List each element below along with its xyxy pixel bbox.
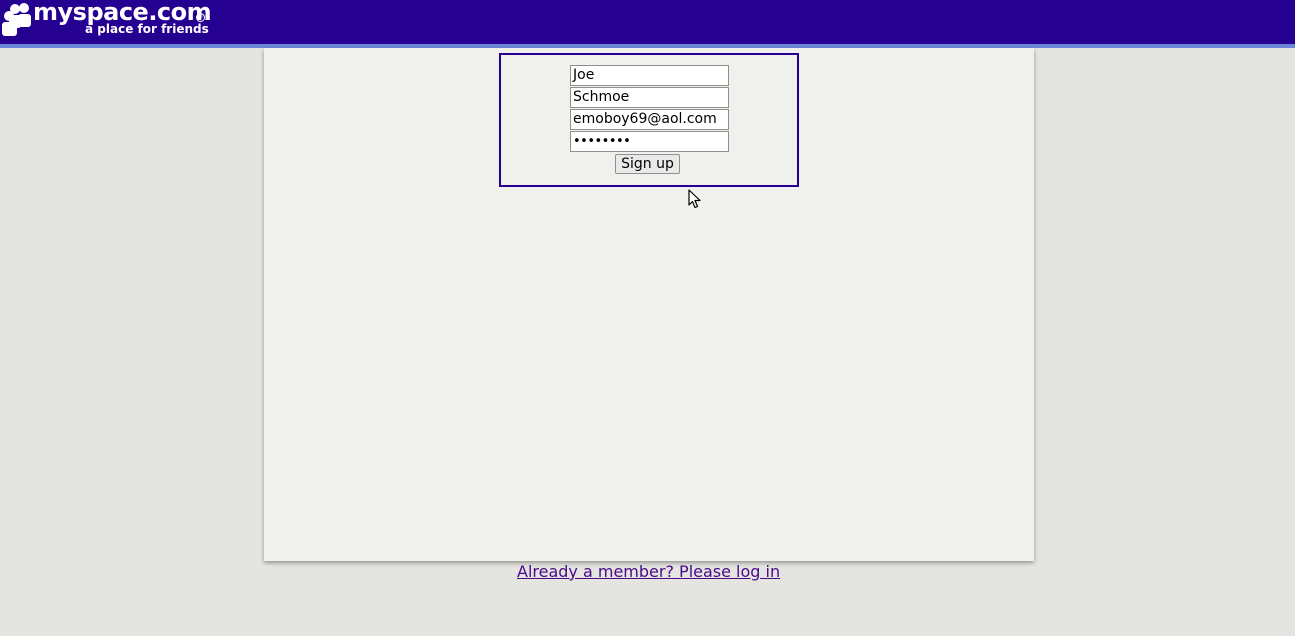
sign-up-button[interactable]: Sign up	[615, 154, 680, 174]
site-header: myspace.com ® a place for friends	[0, 0, 1295, 48]
main-content-panel: Joe Schmoe emoboy69@aol.com •••••••• Sig…	[264, 48, 1034, 561]
logo-tagline: a place for friends	[85, 22, 209, 36]
first-name-field[interactable]: Joe	[570, 65, 729, 86]
login-link[interactable]: Already a member? Please log in	[517, 562, 780, 581]
signup-form: Joe Schmoe emoboy69@aol.com •••••••• Sig…	[499, 53, 799, 187]
email-field[interactable]: emoboy69@aol.com	[570, 109, 729, 130]
registered-mark: ®	[196, 13, 205, 22]
myspace-logo[interactable]: myspace.com ® a place for friends	[2, 0, 212, 38]
mouse-pointer-icon	[688, 189, 701, 209]
password-field[interactable]: ••••••••	[570, 131, 729, 152]
last-name-field[interactable]: Schmoe	[570, 87, 729, 108]
people-silhouette-icon	[2, 3, 31, 36]
